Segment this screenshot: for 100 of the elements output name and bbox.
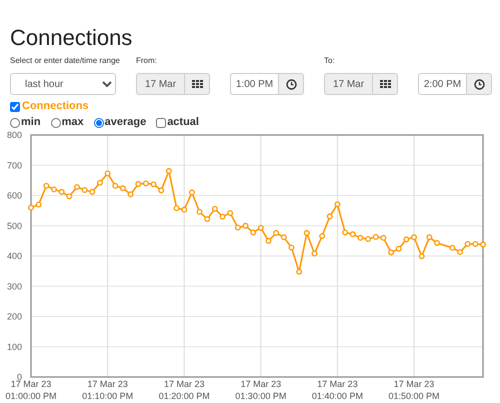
point (334, 201, 340, 208)
mode-label: actual (167, 116, 199, 129)
clock-button[interactable] (278, 73, 304, 95)
point (449, 244, 456, 251)
range-select[interactable]: last hour (10, 73, 116, 95)
point (66, 193, 72, 200)
point (82, 187, 88, 194)
point (357, 234, 364, 241)
point (188, 190, 195, 196)
y-tick-label: 100 (6, 342, 22, 352)
point (43, 182, 50, 189)
point (150, 181, 157, 188)
x-tick-label: 17 Mar 23 01:00:00 PM (5, 379, 57, 401)
point (304, 230, 310, 236)
point (280, 234, 287, 240)
clock-icon (286, 78, 296, 90)
point (89, 188, 96, 195)
y-tick-label: 700 (6, 160, 22, 170)
point (142, 180, 149, 186)
point (296, 268, 302, 275)
point (234, 224, 241, 231)
point (350, 231, 356, 238)
point (457, 249, 463, 256)
mode-radio[interactable] (10, 118, 20, 128)
clock-icon (474, 78, 484, 90)
point (342, 229, 348, 236)
point (58, 188, 65, 195)
time-field[interactable]: 1:00 PM (230, 73, 278, 95)
point (97, 180, 103, 186)
point (204, 216, 210, 222)
point (312, 250, 318, 257)
y-tick-label: 0 (16, 372, 22, 382)
point (120, 185, 126, 192)
mode-label: min (21, 116, 41, 129)
point (174, 205, 180, 212)
x-tick-label: 17 Mar 23 01:50:00 PM (388, 379, 440, 401)
point (288, 244, 294, 250)
mode-radio[interactable] (50, 118, 61, 128)
point (464, 240, 471, 247)
date-field[interactable]: 17 Mar (324, 73, 372, 95)
point (434, 240, 440, 246)
calendar-grid-icon (192, 80, 202, 88)
point (196, 208, 202, 215)
point (326, 213, 333, 220)
point (388, 249, 394, 256)
mode-label: max (62, 116, 84, 129)
x-tick-label: 17 Mar 23 01:20:00 PM (158, 379, 210, 401)
point (258, 224, 264, 231)
series-checkbox[interactable] (10, 102, 20, 112)
point (411, 234, 417, 240)
point (426, 234, 432, 240)
point (74, 184, 80, 190)
point (28, 204, 34, 211)
x-tick-label: 17 Mar 23 01:30:00 PM (235, 379, 286, 401)
point (396, 246, 402, 252)
point (181, 206, 188, 213)
x-tick-label: 17 Mar 23 01:10:00 PM (82, 379, 134, 401)
point (372, 234, 379, 240)
y-tick-label: 400 (6, 251, 22, 261)
clock-button[interactable] (466, 73, 492, 95)
point (480, 242, 486, 248)
x-tick-label: 17 Mar 23 01:40:00 PM (312, 379, 363, 401)
point (104, 170, 111, 176)
y-tick-label: 600 (6, 190, 22, 200)
point (220, 214, 226, 220)
time-field[interactable]: 2:00 PM (418, 73, 466, 95)
point (212, 206, 218, 212)
series-label: Connections (22, 100, 89, 113)
point (418, 253, 425, 260)
point (227, 210, 234, 216)
point (36, 202, 42, 208)
point (380, 234, 386, 241)
point (112, 182, 118, 189)
mode-radio[interactable] (94, 118, 104, 128)
calendar-button[interactable] (184, 73, 210, 95)
y-tick-label: 300 (6, 281, 22, 292)
y-tick-label: 800 (6, 130, 22, 140)
page-title: Connections (10, 24, 134, 50)
point (158, 187, 164, 194)
y-tick-label: 500 (6, 220, 22, 231)
point (365, 236, 372, 242)
y-tick-label: 200 (6, 312, 22, 322)
to-label: To: (324, 55, 336, 66)
point (166, 168, 172, 174)
point (51, 186, 57, 192)
calendar-grid-icon (380, 80, 390, 88)
mode-checkbox[interactable] (156, 118, 166, 128)
point (273, 230, 280, 236)
point (403, 236, 410, 242)
point (242, 222, 248, 229)
point (319, 233, 326, 239)
point (250, 229, 256, 236)
point (128, 191, 134, 198)
from-label: From: (136, 55, 158, 66)
point (135, 181, 142, 187)
point (472, 240, 478, 247)
point (266, 238, 272, 244)
calendar-button[interactable] (372, 73, 398, 95)
mode-label: average (104, 116, 146, 129)
date-field[interactable]: 17 Mar (136, 73, 184, 95)
